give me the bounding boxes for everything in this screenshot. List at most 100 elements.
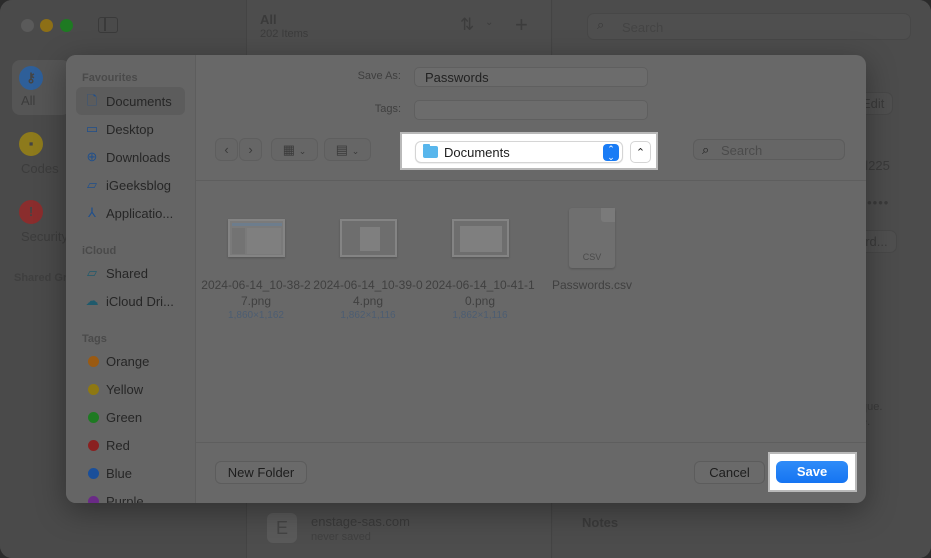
sidebar-item-applications[interactable]: ⅄ Applicatio... — [76, 199, 185, 227]
exclamation-icon: ! — [19, 200, 43, 224]
sidebar-item-desktop[interactable]: ▭ Desktop — [76, 115, 185, 143]
cancel-button[interactable]: Cancel — [694, 461, 765, 484]
image-thumbnail — [452, 219, 509, 257]
tags-input[interactable] — [414, 100, 648, 120]
sidebar-item-label: Yellow — [106, 382, 144, 397]
new-folder-button[interactable]: New Folder — [215, 461, 307, 484]
tag-dot-icon — [88, 412, 99, 423]
tag-dot-icon — [88, 440, 99, 451]
chevron-down-icon: ⌄ — [351, 146, 360, 156]
download-icon: ⊕ — [86, 149, 98, 164]
category-all[interactable]: ⚷ All — [12, 60, 70, 115]
file-name: 2024-06-14_10-41-10.png — [425, 278, 535, 308]
sidebar-item-label: Desktop — [106, 122, 154, 137]
add-icon[interactable]: + — [515, 12, 528, 38]
list-title: All — [260, 12, 277, 27]
save-as-input[interactable] — [414, 67, 648, 87]
notes-title: Notes — [582, 515, 619, 530]
cloud-icon: ☁ — [85, 293, 99, 308]
lock-clock-icon: ▪ — [19, 132, 43, 156]
sidebar-item-documents[interactable]: 🗋 Documents — [76, 87, 185, 115]
sidebar-tag-orange[interactable]: Orange — [76, 347, 185, 375]
list-count: 202 Items — [260, 28, 309, 40]
sidebar-tag-red[interactable]: Red — [76, 431, 185, 459]
sidebar-item-label: Blue — [106, 466, 133, 481]
image-thumbnail — [228, 219, 285, 257]
dialog-sidebar: Favourites 🗋 Documents ▭ Desktop ⊕ Downl… — [66, 55, 196, 503]
icon-view-button[interactable]: ▦ ⌄ — [271, 138, 318, 161]
sidebar-item-icloud-drive[interactable]: ☁ iCloud Dri... — [76, 287, 185, 315]
sidebar-tag-green[interactable]: Green — [76, 403, 185, 431]
sidebar-item-label: Purple — [106, 494, 144, 503]
favourites-heading: Favourites — [82, 72, 138, 84]
sidebar-item-label: Documents — [106, 94, 172, 109]
tag-dot-icon — [88, 356, 99, 367]
sidebar-item-igeeksblog[interactable]: ▱ iGeeksblog — [76, 171, 185, 199]
app-search-input[interactable]: ⌕ Search — [587, 13, 911, 40]
save-highlight: Save — [768, 452, 857, 492]
close-window-button[interactable] — [21, 19, 34, 32]
shared-groups-label: Shared Gr — [14, 272, 68, 284]
search-input[interactable]: ⌕ Search — [693, 139, 845, 160]
divider — [196, 442, 866, 443]
category-label: Security — [21, 229, 68, 244]
gallery-view-icon: ▤ — [335, 142, 349, 157]
sidebar-tag-blue[interactable]: Blue — [76, 459, 185, 487]
avatar: E — [267, 513, 297, 543]
applications-icon: ⅄ — [88, 205, 96, 220]
group-view-button[interactable]: ▤ ⌄ — [324, 138, 371, 161]
dialog-main: Save As: Tags: ‹ › ▦ ⌄ ▤ ⌄ Documents ⌃⌄ … — [196, 55, 866, 503]
file-dimensions: 1,862×1,116 — [340, 310, 396, 321]
location-popup[interactable]: Documents ⌃ ⌄ — [415, 141, 623, 163]
file-name: 2024-06-14_10-39-04.png — [313, 278, 423, 308]
sidebar-item-label: Red — [106, 438, 130, 453]
document-icon: 🗋 — [86, 93, 98, 108]
back-button[interactable]: ‹ — [215, 138, 238, 161]
search-placeholder: Search — [721, 143, 763, 158]
icloud-heading: iCloud — [82, 245, 117, 257]
tags-heading: Tags — [82, 333, 107, 345]
minimize-window-button[interactable] — [40, 19, 53, 32]
tag-dot-icon — [88, 496, 99, 503]
updown-chevron-icon: ⌃ ⌄ — [603, 144, 619, 162]
file-dimensions: 1,862×1,116 — [452, 310, 508, 321]
forward-button[interactable]: › — [239, 138, 262, 161]
sidebar-item-label: iCloud Dri... — [106, 294, 174, 309]
file-dimensions: 1,860×1,162 — [228, 310, 284, 321]
save-as-label: Save As: — [357, 70, 401, 82]
list-item-title: enstage-sas.com — [311, 514, 410, 529]
search-placeholder: Search — [622, 20, 664, 35]
sidebar-item-shared[interactable]: ▱ Shared — [76, 259, 185, 287]
sidebar-toggle-icon[interactable] — [98, 17, 118, 33]
folder-icon — [423, 144, 438, 158]
image-thumbnail — [340, 219, 397, 257]
save-button[interactable]: Save — [776, 461, 848, 483]
grid-view-icon: ▦ — [282, 142, 296, 157]
sidebar-item-label: Green — [106, 410, 143, 425]
key-icon: ⚷ — [19, 66, 43, 90]
search-icon: ⌕ — [702, 142, 710, 157]
category-codes[interactable]: ▪ Codes — [12, 130, 70, 180]
save-dialog: Favourites 🗋 Documents ▭ Desktop ⊕ Downl… — [66, 55, 866, 503]
sidebar-tag-yellow[interactable]: Yellow — [76, 375, 185, 403]
folder-icon: ▱ — [87, 177, 97, 192]
category-label: All — [21, 93, 36, 108]
maximize-window-button[interactable] — [60, 19, 73, 32]
shared-folder-icon: ▱ — [87, 265, 97, 280]
sidebar-item-label: Downloads — [106, 150, 171, 165]
category-security[interactable]: ! Security — [12, 198, 70, 248]
collapse-button[interactable]: ⌃ — [630, 141, 651, 163]
sidebar-tag-purple[interactable]: Purple — [76, 487, 185, 503]
divider — [196, 180, 866, 181]
list-item[interactable]: E enstage-sas.com never saved — [267, 510, 537, 558]
file-name: 2024-06-14_10-38-27.png — [201, 278, 311, 308]
sidebar-item-downloads[interactable]: ⊕ Downloads — [76, 143, 185, 171]
search-icon: ⌕ — [597, 17, 605, 32]
sidebar-item-label: Shared — [106, 266, 148, 281]
list-item-subtitle: never saved — [311, 531, 371, 543]
location-label: Documents — [444, 145, 510, 160]
chevron-down-icon[interactable]: ⌄ — [485, 17, 493, 28]
tag-dot-icon — [88, 384, 99, 395]
sort-icon[interactable]: ⇅ — [460, 15, 474, 35]
sidebar-item-label: Applicatio... — [106, 206, 174, 221]
